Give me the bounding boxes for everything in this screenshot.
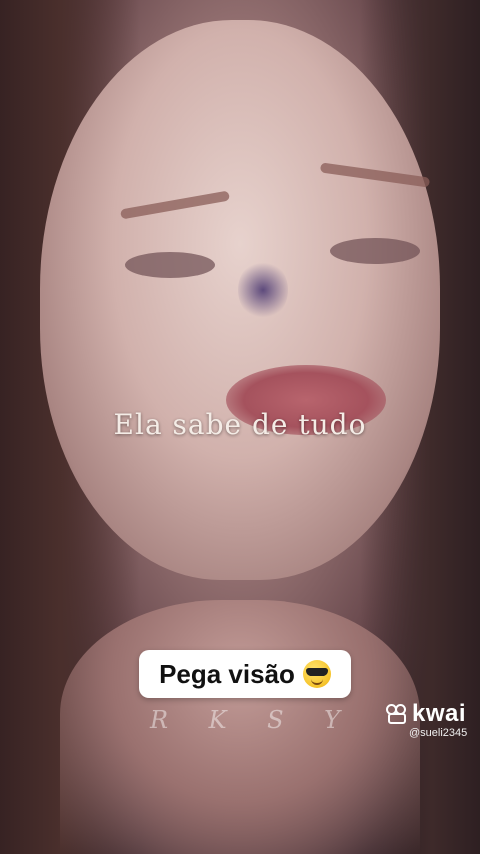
sticker-label: Pega visão (139, 650, 351, 698)
watermark-letters: R K S Y (150, 706, 340, 734)
right-eyebrow (319, 162, 431, 188)
right-eye (330, 238, 420, 264)
watermark-letter: R (150, 706, 169, 734)
kwai-logo-icon (386, 704, 408, 724)
left-eyebrow (119, 190, 231, 220)
sunglasses-emoji-icon (302, 660, 331, 688)
watermark-letter: Y (324, 706, 340, 734)
face-image (40, 20, 440, 580)
username-handle: @sueli2345 (409, 727, 468, 739)
left-eye (125, 252, 215, 278)
kwai-watermark: kwai (386, 700, 466, 728)
video-frame[interactable]: Ela sabe de tudo Pega visão R K S Y kwai… (0, 0, 480, 854)
video-caption: Ela sabe de tudo (113, 408, 367, 441)
app-name: kwai (412, 700, 467, 727)
watermark-letter: S (267, 706, 284, 734)
sticker-text: Pega visão (159, 658, 295, 689)
nose-shadow (238, 260, 288, 320)
watermark-letter: K (208, 706, 227, 734)
